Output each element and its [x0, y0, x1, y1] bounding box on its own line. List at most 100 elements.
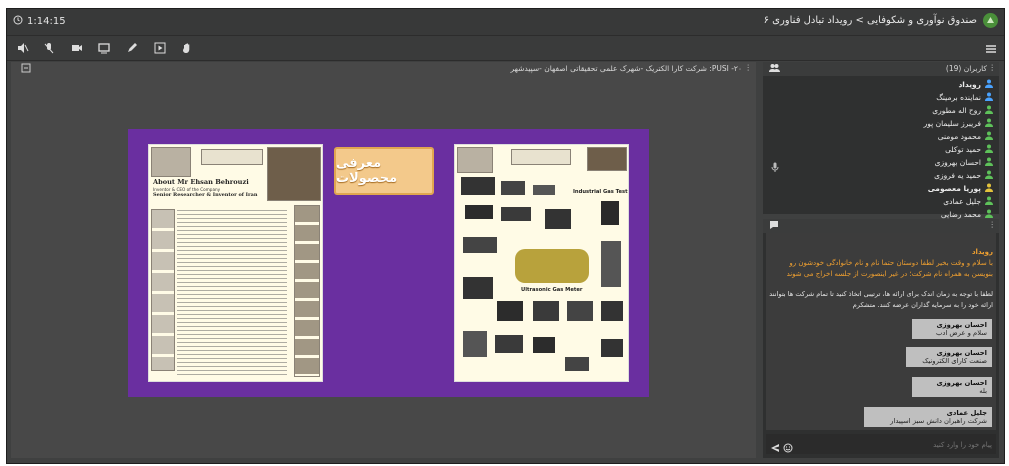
chat-input-bar	[766, 434, 996, 454]
user-list-item[interactable]: حمید یه فروزی	[934, 169, 993, 181]
app-frame: 1:14:15 صندوق نوآوری و شکوفایی > رویداد …	[6, 8, 1005, 464]
mute-mic-icon[interactable]	[41, 40, 57, 56]
device-2-image	[501, 181, 525, 195]
slide-right-page: Industrial Gas Test Ultrasonic Gas Meter	[454, 144, 629, 382]
user-icon	[985, 92, 993, 103]
chat-more-icon[interactable]: ⋮	[989, 220, 997, 229]
user-list-item[interactable]: محمود مومنی	[938, 130, 993, 142]
user-list-item[interactable]: رویداد	[958, 78, 993, 90]
message-text: شرکت راهبران دانش سبز اسپیدار	[890, 417, 987, 425]
presentation-slide: About Mr Ehsan Behrouzi Inventor & CEO o…	[128, 129, 649, 397]
users-more-icon[interactable]: ⋮	[989, 63, 997, 72]
user-name: جلیل عمادی	[943, 196, 981, 206]
ultrasonic-meter-image	[515, 249, 589, 283]
chat-messages: رویداد با سلام و وقت بخیر لطفا دوستان حت…	[766, 233, 996, 430]
user-icon	[985, 183, 993, 194]
user-icon	[985, 209, 993, 220]
device-17-image	[533, 337, 555, 353]
device-16-image	[495, 335, 523, 353]
device-8-image	[463, 237, 497, 253]
top-bar: 1:14:15 صندوق نوآوری و شکوفایی > رویداد …	[7, 9, 1004, 36]
chat-icon	[769, 220, 779, 232]
user-icon	[985, 105, 993, 116]
user-name: محمود مومنی	[937, 131, 981, 141]
screen-share-icon[interactable]	[96, 40, 112, 56]
user-name: محمد رضایی	[940, 209, 981, 219]
certificates-right-column	[294, 205, 320, 377]
user-list-item[interactable]: احسان بهروزی	[935, 156, 993, 168]
hamburger-menu-icon[interactable]	[984, 41, 998, 55]
device-9-image	[601, 241, 621, 287]
device-3-image	[533, 185, 555, 195]
users-count-label: کاربران (19)	[945, 64, 987, 73]
stage-title: PUSI -۲۰: شرکت کارا الکتریک -شهرک علمی ت…	[510, 64, 742, 73]
right-banner-image	[457, 147, 493, 173]
chat-message-input[interactable]	[792, 437, 994, 453]
left-page-subheading-2: Senior Researcher & Inventor of Iran	[153, 192, 258, 198]
slide-options-icon[interactable]	[21, 63, 31, 75]
room-title-area: صندوق نوآوری و شکوفایی > رویداد تبادل فن…	[764, 13, 998, 28]
welcome-title: رویداد	[971, 248, 993, 256]
pen-icon[interactable]	[124, 40, 140, 56]
device-4-image	[465, 205, 493, 219]
device-12-image	[533, 301, 559, 321]
room-title: صندوق نوآوری و شکوفایی > رویداد تبادل فن…	[763, 15, 977, 26]
industrial-gas-label: Industrial Gas Test	[573, 189, 628, 195]
user-icon	[985, 157, 993, 168]
moderator-note: لطفا با توجه به زمان اندک برای ارائه ها،…	[769, 290, 993, 309]
user-icon	[985, 79, 993, 90]
left-page-heading: About Mr Ehsan Behrouzi	[153, 178, 249, 186]
session-timer: 1:14:15	[13, 15, 66, 28]
user-list-item[interactable]: جلیل عمادی	[943, 195, 993, 207]
device-7-image	[601, 201, 619, 225]
portrait-image	[267, 147, 321, 201]
welcome-message: رویداد با سلام و وقت بخیر لطفا دوستان حت…	[769, 247, 993, 281]
clock-icon	[13, 15, 23, 28]
user-name: حمید یه فروزی	[934, 170, 981, 180]
raise-hand-icon[interactable]	[179, 40, 195, 56]
device-18-image	[565, 357, 589, 371]
right-top-photo	[587, 147, 627, 171]
users-group-icon	[769, 63, 780, 75]
stage-more-icon[interactable]: ⋮	[745, 63, 753, 72]
user-name: پوریا معصومی	[927, 183, 981, 193]
device-5-image	[501, 207, 531, 221]
user-list-item[interactable]: فریبرز سلیمان پور	[924, 117, 993, 129]
toolbar	[7, 36, 1004, 61]
left-banner-image	[151, 147, 191, 177]
products-title-label: معرفی محصولات	[334, 147, 434, 195]
app-logo-icon	[983, 13, 998, 28]
user-name: احسان بهروزی	[934, 157, 981, 167]
play-video-icon[interactable]	[152, 40, 168, 56]
user-name: حمید توکلی	[945, 144, 981, 154]
mute-speaker-icon[interactable]	[15, 40, 31, 56]
user-icon	[985, 170, 993, 181]
user-list-item[interactable]: روح اله مطوری	[932, 104, 993, 116]
send-icon[interactable]	[770, 438, 780, 457]
user-icon	[985, 144, 993, 155]
chat-message-bubble: احسان بهروزی سلام و عرض ادب	[912, 319, 992, 339]
device-1-image	[461, 177, 495, 195]
device-10-image	[463, 277, 493, 299]
chat-input-icons	[770, 438, 793, 457]
chat-panel: ⋮ رویداد با سلام و وقت بخیر لطفا دوستان …	[763, 219, 999, 458]
device-19-image	[601, 339, 623, 357]
message-sender: احسان بهروزی	[936, 379, 988, 387]
user-name: روح اله مطوری	[932, 105, 981, 115]
message-sender: احسان بهروزی	[936, 321, 988, 329]
chat-panel-header: ⋮	[763, 219, 999, 233]
mic-icon[interactable]	[771, 157, 779, 176]
user-list-item[interactable]: حمید توکلی	[945, 143, 993, 155]
user-list-item[interactable]: پوریا معصومی	[928, 182, 993, 194]
users-panel-header: کاربران (19) ⋮	[763, 62, 999, 76]
user-name: فریبرز سلیمان پور	[923, 118, 981, 128]
company-logo-image	[201, 149, 263, 165]
user-list-item[interactable]: نماینده برمینگ	[936, 91, 993, 103]
presentation-stage: PUSI -۲۰: شرکت کارا الکتریک -شهرک علمی ت…	[11, 62, 756, 458]
message-text: صنعت کارای الکترونیک	[922, 357, 987, 365]
user-icon	[985, 118, 993, 129]
chat-message-bubble: احسان بهروزی بله	[912, 377, 992, 397]
user-name: رویداد	[958, 79, 981, 89]
device-13-image	[567, 301, 593, 321]
camera-icon[interactable]	[69, 40, 85, 56]
